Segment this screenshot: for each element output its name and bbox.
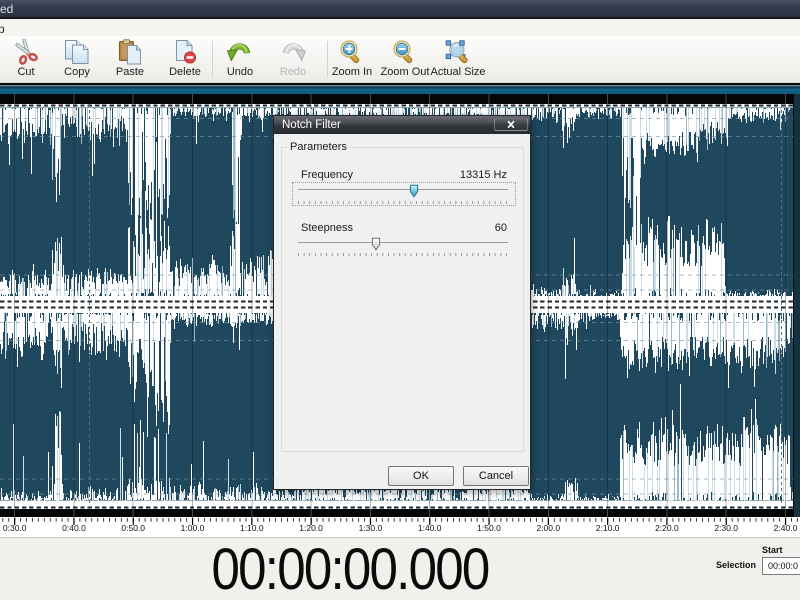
svg-text:1:50.0: 1:50.0 — [477, 523, 501, 533]
svg-text:2:00.0: 2:00.0 — [536, 523, 560, 533]
svg-text:0:30.0: 0:30.0 — [3, 523, 27, 533]
svg-text:1:10.0: 1:10.0 — [240, 523, 264, 533]
svg-text:0:40.0: 0:40.0 — [62, 523, 86, 533]
svg-text:1:00.0: 1:00.0 — [181, 523, 205, 533]
svg-text:0:50.0: 0:50.0 — [121, 523, 145, 533]
svg-text:1:40.0: 1:40.0 — [418, 523, 442, 533]
svg-text:2:40.0: 2:40.0 — [774, 523, 798, 533]
svg-text:1:30.0: 1:30.0 — [359, 523, 383, 533]
svg-text:2:10.0: 2:10.0 — [596, 523, 620, 533]
svg-text:2:30.0: 2:30.0 — [714, 523, 738, 533]
svg-text:1:20.0: 1:20.0 — [299, 523, 323, 533]
svg-text:2:20.0: 2:20.0 — [655, 523, 679, 533]
